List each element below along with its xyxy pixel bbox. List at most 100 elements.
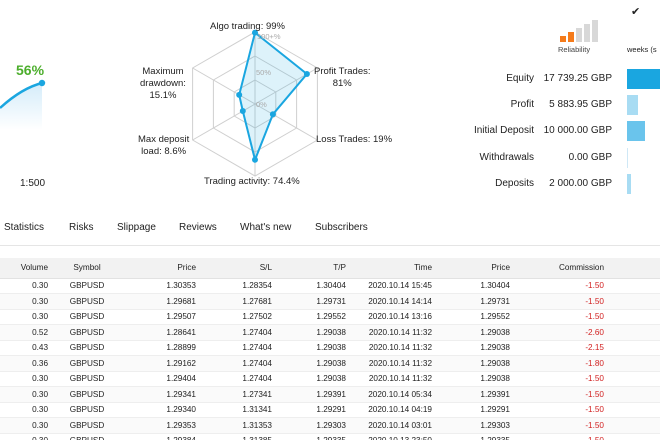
cell-open-price: 1.29507 — [126, 309, 200, 325]
cell-open-price: 1.28899 — [126, 340, 200, 356]
cell-symbol: GBPUSD — [52, 371, 126, 387]
column-header-volume[interactable]: Volume — [0, 258, 52, 279]
cell-commission: -1.50 — [514, 278, 608, 294]
cell-stop-loss: 1.27681 — [200, 293, 276, 310]
cell-close-price: 1.29038 — [436, 371, 514, 387]
cell-commission: -1.50 — [514, 402, 608, 418]
withdrawals-value: 0.00 GBP — [568, 152, 612, 163]
withdrawals-bar — [627, 148, 628, 168]
cell-stop-loss: 1.27341 — [200, 386, 276, 403]
cell-stop-loss: 1.31353 — [200, 417, 276, 434]
radar-point-drawdown — [236, 91, 243, 98]
reliability-meter — [560, 20, 604, 42]
cell-symbol: GBPUSD — [52, 278, 126, 294]
cell-commission: -1.50 — [514, 386, 608, 403]
cell-symbol: GBPUSD — [52, 355, 126, 372]
radar-tick-100: 100+% — [257, 32, 281, 41]
table-row: 0.30GBPUSD1.293841.313851.293352020.10.1… — [0, 433, 660, 440]
radar-label-drawdown: Maximum drawdown: 15.1% — [140, 66, 186, 102]
profit-value: 5 883.95 GBP — [549, 99, 612, 110]
signal-page: 56% 1:500 100+% 50% 0% Algo trading: 99%… — [0, 0, 660, 440]
radar-tick-50: 50% — [256, 68, 272, 77]
radar-label-profit-trades: Profit Trades: 81% — [314, 66, 371, 90]
reliability-bar — [584, 24, 590, 42]
cell-volume: 0.30 — [0, 417, 52, 434]
column-header-commission[interactable]: Commission — [514, 258, 608, 279]
cell-close-price: 1.29552 — [436, 309, 514, 325]
equity-bar — [627, 69, 660, 89]
trades-table-body: 0.30 GBPUSD 1.30353 1.28354 1.30404 2020.10.1… — [0, 278, 660, 440]
cell-open-price: 1.29404 — [126, 371, 200, 387]
column-header-symbol[interactable]: Symbol — [52, 258, 126, 279]
radar-label-profit-trades-line1: Profit Trades: — [314, 66, 371, 77]
cell-open-price: 1.29353 — [126, 417, 200, 434]
initial-deposit-bar — [627, 121, 645, 141]
cell-take-profit: 1.29303 — [276, 417, 350, 434]
tab-statistics[interactable]: Statistics — [4, 222, 44, 233]
cell-volume: 0.43 — [0, 340, 52, 356]
cell-take-profit: 1.29038 — [276, 340, 350, 356]
cell-symbol: GBPUSD — [52, 433, 126, 440]
cell-close-price: 1.29303 — [436, 417, 514, 434]
cell-stop-loss: 1.27502 — [200, 309, 276, 325]
column-header-stop-loss[interactable]: S/L — [200, 258, 276, 279]
tabs-divider — [0, 245, 660, 246]
cell-swap — [608, 371, 660, 387]
radar-label-drawdown-line3: 15.1% — [149, 90, 177, 101]
cell-close-price: 1.29038 — [436, 324, 514, 341]
cell-swap — [608, 324, 660, 341]
column-header-swap[interactable]: Sw — [608, 258, 660, 279]
table-row: 0.30 GBPUSD 1.29507 1.27502 1.29552 2020.10.1… — [0, 309, 660, 325]
cell-open-price: 1.29341 — [126, 386, 200, 403]
radar-tick-0: 0% — [256, 100, 267, 109]
tab-whats-new[interactable]: What's new — [240, 222, 291, 233]
cell-commission: -1.50 — [514, 433, 608, 440]
cell-symbol: GBPUSD — [52, 386, 126, 403]
cell-take-profit: 1.29038 — [276, 371, 350, 387]
column-header-open-price[interactable]: Price — [126, 258, 200, 279]
cell-take-profit: 1.29731 — [276, 293, 350, 310]
column-header-time[interactable]: Time — [350, 258, 436, 279]
cell-time: 2020.10.14 13:16 — [350, 309, 436, 325]
tab-risks[interactable]: Risks — [69, 222, 93, 233]
initial-deposit-label: Initial Deposit — [473, 125, 534, 136]
cell-volume: 0.52 — [0, 324, 52, 341]
cell-time: 2020.10.14 04:19 — [350, 402, 436, 418]
cell-volume: 0.30 — [0, 293, 52, 310]
initial-deposit-value: 10 000.00 GBP — [543, 125, 612, 136]
table-row: 0.52 GBPUSD 1.28641 1.27404 1.29038 2020.10.1… — [0, 324, 660, 341]
table-row: 0.30 GBPUSD 1.29341 1.27341 1.29391 2020.10.1… — [0, 386, 660, 403]
table-row: 0.36 GBPUSD 1.29162 1.27404 1.29038 2020.10.1… — [0, 355, 660, 372]
tab-subscribers[interactable]: Subscribers — [315, 222, 368, 233]
cell-time: 2020.10.14 14:14 — [350, 293, 436, 310]
cell-open-price: 1.30353 — [126, 278, 200, 294]
deposits-bar — [627, 174, 631, 194]
radar-label-drawdown-line1: Maximum — [142, 66, 184, 77]
equity-value: 17 739.25 GBP — [543, 73, 612, 84]
cell-volume: 0.30 — [0, 433, 52, 440]
cell-close-price: 1.29731 — [436, 293, 514, 310]
cell-swap — [608, 293, 660, 310]
cell-swap — [608, 402, 660, 418]
deposits-value: 2 000.00 GBP — [549, 178, 612, 189]
cell-volume: 0.30 — [0, 402, 52, 418]
cell-stop-loss: 1.27404 — [200, 371, 276, 387]
cell-open-price: 1.28641 — [126, 324, 200, 341]
cell-volume: 0.30 — [0, 386, 52, 403]
table-row: 0.43 GBPUSD 1.28899 1.27404 1.29038 2020.10.1… — [0, 340, 660, 356]
cell-time: 2020.10.14 03:01 — [350, 417, 436, 434]
trades-table-header: Volume Symbol Price S/L T/P Time Price Commissi… — [0, 258, 660, 279]
reliability-bar — [592, 20, 598, 42]
cell-stop-loss: 1.31341 — [200, 402, 276, 418]
radar-label-drawdown-line2: drawdown: — [140, 78, 186, 89]
column-header-take-profit[interactable]: T/P — [276, 258, 350, 279]
tab-reviews[interactable]: Reviews — [179, 222, 217, 233]
tab-slippage[interactable]: Slippage — [117, 222, 156, 233]
column-header-close-price[interactable]: Price — [436, 258, 514, 279]
cell-symbol: GBPUSD — [52, 324, 126, 341]
cell-time: 2020.10.14 11:32 — [350, 355, 436, 372]
reliability-bar — [576, 28, 582, 42]
cell-symbol: GBPUSD — [52, 417, 126, 434]
cell-commission: -1.50 — [514, 371, 608, 387]
leverage-value: 1:500 — [20, 178, 46, 189]
